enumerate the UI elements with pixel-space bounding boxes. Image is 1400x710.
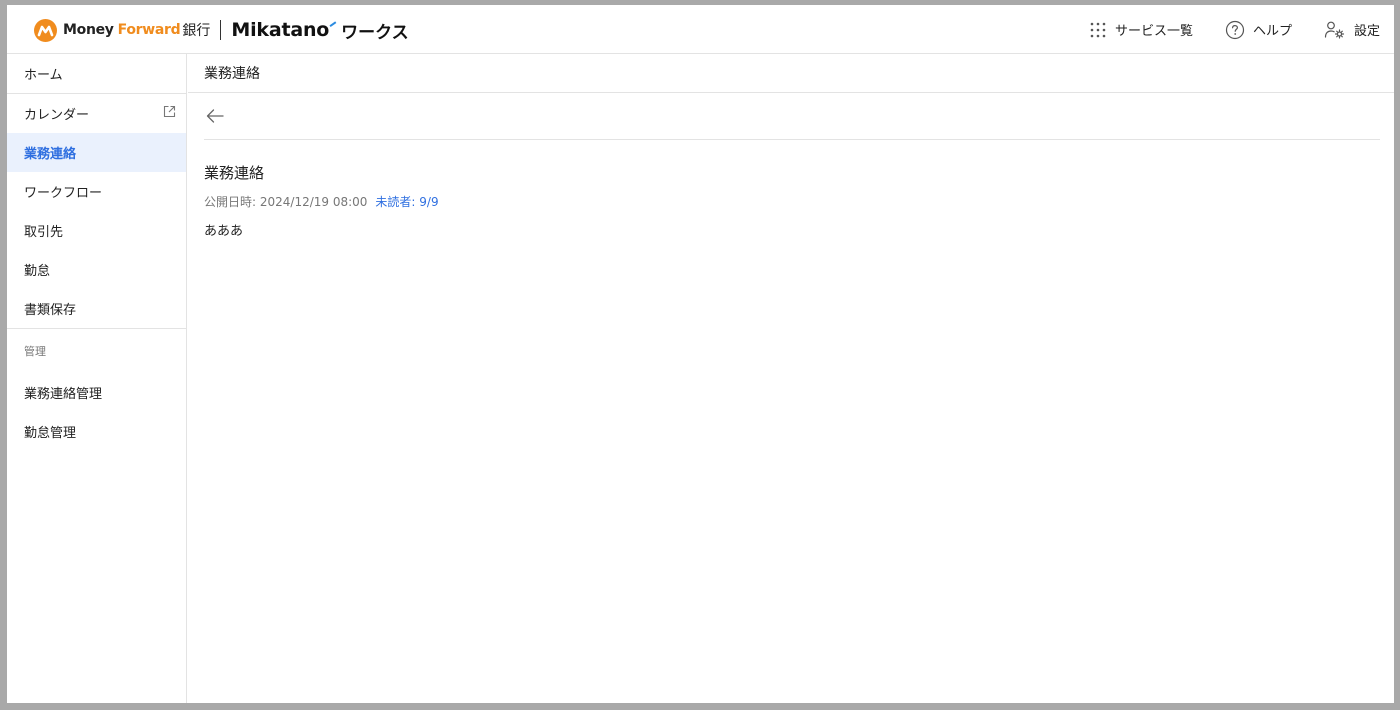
sidebar-item-label: 取引先 bbox=[24, 225, 64, 240]
logo-works-text: ワークス bbox=[341, 22, 409, 43]
logo-money-text: Money bbox=[63, 22, 114, 38]
page-title: 業務連絡 bbox=[188, 54, 1394, 93]
sidebar-item-label: ワークフロー bbox=[24, 186, 103, 201]
services-menu-button[interactable]: サービス一覧 bbox=[1089, 20, 1193, 39]
arrow-left-icon bbox=[206, 109, 224, 123]
help-label: ヘルプ bbox=[1252, 24, 1292, 39]
grid-icon bbox=[1089, 21, 1107, 39]
sidebar-item-label: 業務連絡管理 bbox=[24, 387, 103, 402]
sidebar-item-business-notice-admin[interactable]: 業務連絡管理 bbox=[7, 373, 186, 412]
logo-accent-mark bbox=[329, 21, 338, 29]
logo-forward-text: Forward bbox=[117, 22, 181, 38]
sidebar-item-label: 勤怠管理 bbox=[24, 426, 77, 441]
sidebar-item-label: 書類保存 bbox=[24, 303, 77, 318]
back-button[interactable] bbox=[204, 105, 226, 127]
sidebar-item-label: 業務連絡 bbox=[24, 147, 77, 162]
notice-meta: 公開日時: 2024/12/19 08:00 未読者: 9/9 bbox=[204, 193, 1378, 210]
services-label: サービス一覧 bbox=[1114, 24, 1193, 39]
app-window: Money Forward 銀行 Mikatano ワークス サービス一覧 ヘル… bbox=[7, 5, 1394, 703]
logo-bank-text: 銀行 bbox=[182, 23, 211, 39]
notice-article: 業務連絡 公開日時: 2024/12/19 08:00 未読者: 9/9 あああ bbox=[188, 140, 1394, 239]
sidebar-item-clients[interactable]: 取引先 bbox=[7, 211, 186, 250]
sidebar-item-label: カレンダー bbox=[24, 108, 90, 123]
logo-mikatano-text: Mikatano bbox=[231, 19, 330, 41]
sidebar-section-admin: 管理 bbox=[24, 345, 46, 358]
external-link-icon bbox=[163, 105, 176, 122]
top-bar: Money Forward 銀行 Mikatano ワークス サービス一覧 ヘル… bbox=[7, 5, 1394, 54]
sidebar-item-label: ホーム bbox=[24, 68, 63, 83]
help-icon bbox=[1225, 20, 1245, 40]
sidebar-item-attendance-admin[interactable]: 勤怠管理 bbox=[7, 412, 186, 451]
sidebar-item-label: 勤怠 bbox=[24, 264, 51, 279]
notice-title: 業務連絡 bbox=[204, 164, 265, 182]
sidebar-item-calendar[interactable]: カレンダー bbox=[7, 94, 186, 133]
notice-body: あああ bbox=[204, 224, 244, 239]
sidebar: ホーム カレンダー 業務連絡 ワークフロー 取引先 勤怠 書類保存 管理 業務連… bbox=[7, 54, 187, 703]
money-forward-logo-icon bbox=[34, 18, 57, 42]
sidebar-item-attendance[interactable]: 勤怠 bbox=[7, 250, 186, 289]
sidebar-item-home[interactable]: ホーム bbox=[7, 54, 186, 93]
help-button[interactable]: ヘルプ bbox=[1225, 20, 1292, 40]
main-content: 業務連絡 業務連絡 公開日時: 2024/12/19 08:00 未読者: 9/… bbox=[188, 54, 1394, 703]
settings-button[interactable]: 設定 bbox=[1324, 20, 1380, 40]
sidebar-item-workflow[interactable]: ワークフロー bbox=[7, 172, 186, 211]
published-datetime: 公開日時: 2024/12/19 08:00 bbox=[204, 195, 368, 209]
back-row bbox=[204, 93, 1380, 140]
unread-count-link[interactable]: 未読者: 9/9 bbox=[375, 193, 438, 210]
sidebar-item-document-storage[interactable]: 書類保存 bbox=[7, 289, 186, 328]
sidebar-item-business-notice[interactable]: 業務連絡 bbox=[7, 133, 186, 172]
header-nav: サービス一覧 ヘルプ 設定 bbox=[1057, 5, 1380, 54]
user-settings-icon bbox=[1324, 20, 1346, 40]
app-logo[interactable]: Money Forward 銀行 Mikatano ワークス bbox=[34, 17, 409, 43]
logo-divider bbox=[220, 20, 222, 40]
settings-label: 設定 bbox=[1353, 24, 1380, 39]
